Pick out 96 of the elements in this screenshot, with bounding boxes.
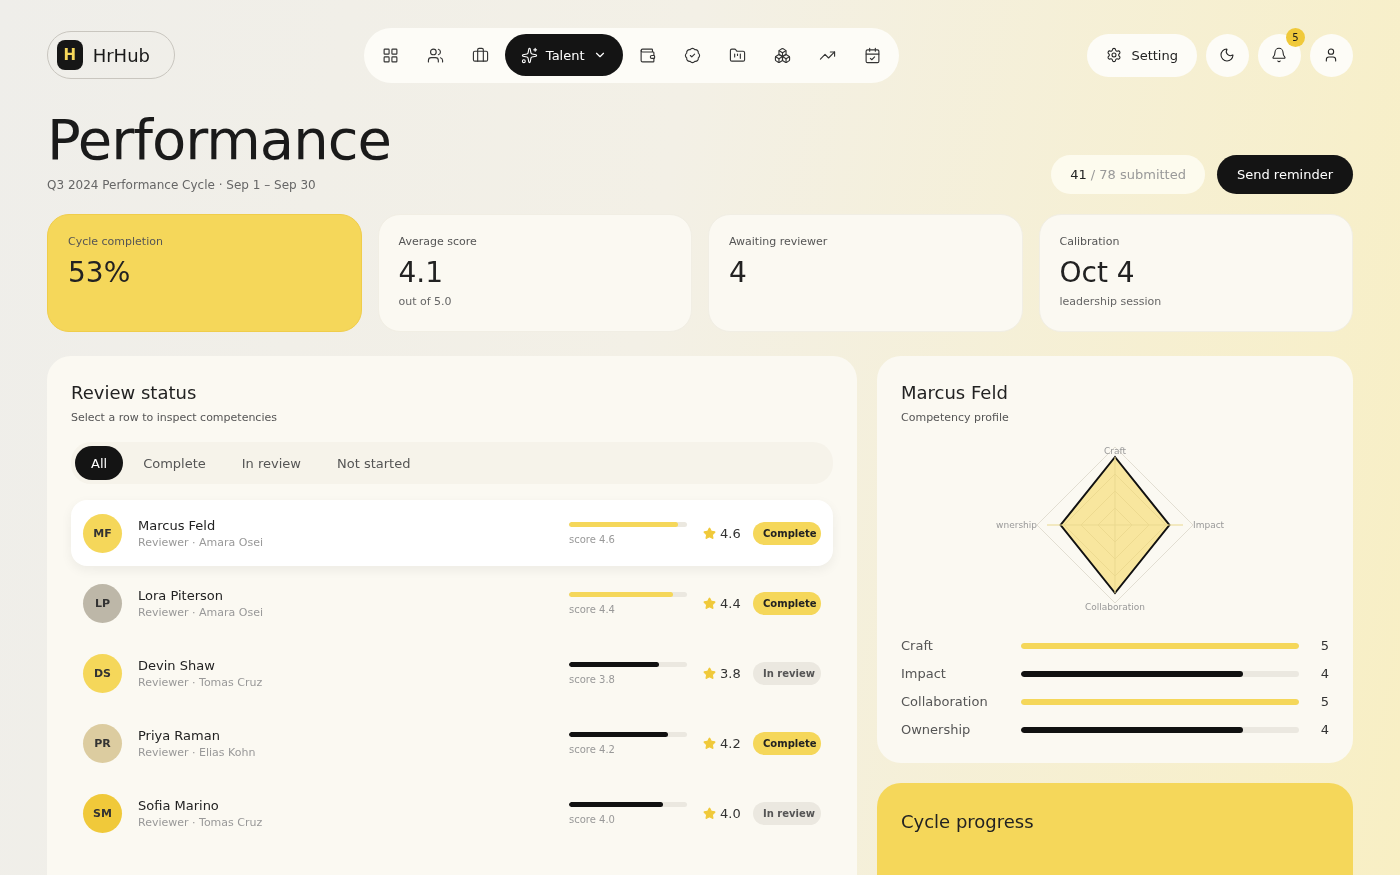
review-row[interactable]: DS Devin Shaw Reviewer · Tomas Cruz score 3.8 3.8 In review xyxy=(71,640,833,706)
competency-value: 5 xyxy=(1319,694,1329,709)
star-icon xyxy=(703,806,716,820)
card-title: Cycle progress xyxy=(901,811,1035,832)
boxes-icon xyxy=(773,46,791,64)
star-icon xyxy=(703,596,716,610)
score-value: 4.6 xyxy=(720,525,741,541)
reviewer-name: Reviewer · Tomas Cruz xyxy=(138,815,264,829)
review-row[interactable]: LP Lora Piterson Reviewer · Amara Osei score 4.4 4.4 Complete xyxy=(71,570,833,636)
moon-icon xyxy=(1219,47,1236,63)
stat-label: Average score xyxy=(398,235,478,248)
score-label: score 4.4 xyxy=(569,603,616,615)
card-subtitle: Select a row to inspect competencies xyxy=(71,411,278,424)
brand-name: HrHub xyxy=(92,44,150,66)
avatar: SM xyxy=(83,793,122,833)
badge-check-icon xyxy=(683,46,701,64)
reviewer-name: Reviewer · Elias Kohn xyxy=(138,745,257,759)
send-reminder-button[interactable]: Send reminder xyxy=(1216,155,1353,194)
reviewer-name: Reviewer · Amara Osei xyxy=(138,605,264,619)
employee-name: Priya Raman xyxy=(138,727,221,743)
axis-label: Craft xyxy=(1104,446,1126,456)
stat-value: Oct 4 xyxy=(1059,256,1136,289)
axis-label: Collaboration xyxy=(1085,602,1145,612)
filter-tab[interactable]: Not started xyxy=(321,446,427,480)
page-subtitle: Q3 2024 Performance Cycle · Sep 1 – Sep 30 xyxy=(47,178,317,192)
competency-name: Craft xyxy=(901,638,934,653)
folder-icon xyxy=(728,46,746,64)
score-label: score 4.0 xyxy=(569,813,616,825)
card-subtitle: Competency profile xyxy=(901,411,1010,424)
sparkles-icon xyxy=(520,46,538,64)
notification-count: 5 xyxy=(1286,27,1305,47)
axis-label: Impact xyxy=(1193,520,1225,530)
review-row[interactable]: MF Marcus Feld Reviewer · Amara Osei score 4.6 4.6 Complete xyxy=(71,500,833,566)
stat-value: 4 xyxy=(729,256,748,289)
users-icon xyxy=(426,46,444,64)
employee-name: Devin Shaw xyxy=(138,657,216,673)
employee-name: Marcus Feld xyxy=(138,517,217,533)
filter-tab[interactable]: Complete xyxy=(127,446,222,480)
status-tag: Complete xyxy=(753,591,821,615)
stat-value: 4.1 xyxy=(398,256,445,289)
score-value: 3.8 xyxy=(720,665,741,681)
competency-value: 4 xyxy=(1319,722,1329,737)
status-tag: In review xyxy=(753,801,821,825)
avatar: MF xyxy=(83,513,122,553)
submitted-count: 41 xyxy=(1070,167,1087,182)
competency-name: Impact xyxy=(901,666,947,681)
score-value: 4.2 xyxy=(720,735,741,751)
card-title: Review status xyxy=(71,382,198,403)
star-icon xyxy=(703,666,716,680)
calendar-check-icon xyxy=(863,46,881,64)
logo-mark: H xyxy=(57,40,83,70)
stat-label: Cycle completion xyxy=(68,235,164,248)
avatar: LP xyxy=(83,583,122,623)
status-tag: In review xyxy=(753,661,821,685)
bell-icon xyxy=(1271,47,1288,63)
settings-icon xyxy=(1106,47,1123,63)
card-title: Marcus Feld xyxy=(901,382,1009,403)
stat-value: 53% xyxy=(68,256,132,289)
review-row[interactable]: PR Priya Raman Reviewer · Elias Kohn score 4.2 4.2 Complete xyxy=(71,710,833,776)
competency-name: Collaboration xyxy=(901,694,989,709)
stat-label: Calibration xyxy=(1059,235,1121,248)
score-label: score 4.2 xyxy=(569,743,616,755)
employee-name: Sofia Marino xyxy=(138,797,220,813)
status-tag: Complete xyxy=(753,521,821,545)
setting-button[interactable]: Setting xyxy=(1087,33,1197,77)
page-title: Performance xyxy=(47,112,391,168)
submitted-total: / 78 submitted xyxy=(1090,167,1186,182)
briefcase-icon xyxy=(471,46,489,64)
competency-value: 5 xyxy=(1319,638,1329,653)
star-icon xyxy=(703,526,716,540)
competency-name: Ownership xyxy=(901,722,972,737)
axis-label: wnership xyxy=(996,520,1037,530)
stat-note: out of 5.0 xyxy=(398,295,453,308)
nav-tab[interactable]: Talent xyxy=(504,34,623,76)
filter-tab[interactable]: In review xyxy=(225,446,317,480)
competency-value: 4 xyxy=(1319,666,1329,681)
avatar: DS xyxy=(83,653,122,693)
wallet-icon xyxy=(638,46,656,64)
filter-tab[interactable]: All xyxy=(75,446,124,480)
reviewer-name: Reviewer · Amara Osei xyxy=(138,535,264,549)
theme-button[interactable] xyxy=(1206,33,1249,77)
review-row[interactable]: SM Sofia Marino Reviewer · Tomas Cruz score 4.0 4.0 In review xyxy=(71,780,833,846)
status-tag: Complete xyxy=(753,731,821,755)
score-value: 4.0 xyxy=(720,805,741,821)
stat-label: Awaiting reviewer xyxy=(729,235,829,248)
score-label: score 4.6 xyxy=(569,533,616,545)
grid-icon xyxy=(381,46,399,64)
reviewer-name: Reviewer · Tomas Cruz xyxy=(138,675,264,689)
notifications-button[interactable] xyxy=(1258,33,1301,77)
profile-button[interactable] xyxy=(1310,33,1353,77)
avatar: PR xyxy=(83,723,122,763)
score-label: score 3.8 xyxy=(569,673,616,685)
employee-name: Lora Piterson xyxy=(138,587,224,603)
score-value: 4.4 xyxy=(720,595,741,611)
stat-note: leadership session xyxy=(1059,295,1163,308)
star-icon xyxy=(703,736,716,750)
